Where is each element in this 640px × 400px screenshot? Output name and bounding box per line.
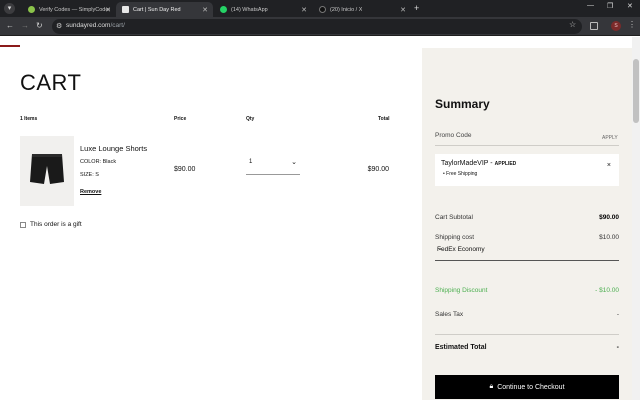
promo-code-text: TaylorMadeVIP - APPLIED <box>441 160 517 167</box>
bookmark-star-icon[interactable]: ☆ <box>569 20 576 29</box>
toolbar: ← → ↻ ⚙ sundayred.com/cart/ ☆ S ⋮ <box>0 17 640 36</box>
close-icon[interactable]: ✕ <box>105 6 111 14</box>
back-icon[interactable]: ← <box>6 21 14 30</box>
whatsapp-favicon-icon <box>220 6 227 13</box>
chevron-down-icon: ⌄ <box>291 159 297 166</box>
sales-tax-row: Sales Tax - <box>435 311 619 318</box>
item-price: $90.00 <box>174 166 196 173</box>
subtotal-value: $90.00 <box>599 214 619 221</box>
quantity-value: 1 <box>249 159 253 165</box>
url-text[interactable]: sundayred.com/cart/ <box>66 22 125 29</box>
subtotal-row: Cart Subtotal $90.00 <box>435 214 619 221</box>
close-icon[interactable]: ✕ <box>400 6 406 14</box>
shipping-method-select[interactable]: FedEx Economy ⌄ <box>435 243 619 261</box>
tab-x[interactable]: (20) Inicio / X ✕ <box>313 2 411 17</box>
discount-value: - $10.00 <box>595 287 619 294</box>
product-name[interactable]: Luxe Lounge Shorts <box>80 144 147 153</box>
address-bar[interactable]: ⚙ sundayred.com/cart/ <box>52 19 582 34</box>
chevron-down-icon: ⌄ <box>437 245 443 252</box>
tab-simplycodes[interactable]: Verify Codes — SimplyCodes ✕ <box>22 2 116 17</box>
simplycodes-favicon-icon <box>28 6 35 13</box>
minimize-icon[interactable]: — <box>587 2 594 9</box>
forward-icon[interactable]: → <box>21 21 29 30</box>
product-image[interactable] <box>20 136 74 206</box>
summary-title: Summary <box>435 97 490 111</box>
items-count-header: 1 Items <box>20 116 38 122</box>
gift-label: This order is a gift <box>30 221 82 228</box>
menu-kebab-icon[interactable]: ⋮ <box>628 20 636 29</box>
page-title: CART <box>20 70 82 95</box>
close-icon[interactable]: ✕ <box>202 6 208 14</box>
header-accent-divider <box>0 45 20 47</box>
order-summary-panel: Summary Promo Code APPLY TaylorMadeVIP -… <box>422 48 632 400</box>
window-close-icon[interactable]: ✕ <box>627 2 633 10</box>
scrollbar-thumb[interactable] <box>633 59 639 123</box>
shipping-row: Shipping cost $10.00 <box>435 234 619 241</box>
promo-code-label: Promo Code <box>435 132 472 139</box>
sundayred-favicon-icon <box>122 6 129 13</box>
divider <box>435 145 619 146</box>
profile-avatar[interactable]: S <box>611 21 621 31</box>
remove-item-link[interactable]: Remove <box>80 189 101 195</box>
quantity-select[interactable]: 1 ⌄ <box>246 157 300 175</box>
checkout-button[interactable]: 🔒︎ Continue to Checkout <box>435 375 619 399</box>
total-header: Total <box>378 116 390 122</box>
promo-status-badge: APPLIED <box>494 161 517 167</box>
maximize-icon[interactable]: ❐ <box>607 2 613 10</box>
lock-icon: 🔒︎ <box>489 383 494 390</box>
applied-promo-card: TaylorMadeVIP - APPLIED • Free Shipping × <box>435 154 619 186</box>
divider <box>435 334 619 335</box>
new-tab-icon[interactable]: + <box>414 3 419 13</box>
estimated-total-value: - <box>616 344 619 351</box>
price-header: Price <box>174 116 187 122</box>
tax-value: - <box>616 311 619 318</box>
gift-option[interactable]: This order is a gift <box>20 221 82 228</box>
product-color: COLOR: Black <box>80 159 117 165</box>
product-size: SIZE: S <box>80 172 99 178</box>
tab-strip: ▾ Verify Codes — SimplyCodes ✕ Cart | Su… <box>0 0 640 17</box>
qty-header: Qty <box>246 116 255 122</box>
extensions-icon[interactable] <box>590 22 598 30</box>
close-icon[interactable]: ✕ <box>301 6 307 14</box>
tab-whatsapp[interactable]: (14) WhatsApp ✕ <box>214 2 312 17</box>
tab-search-icon[interactable]: ▾ <box>4 3 15 14</box>
gift-checkbox[interactable] <box>20 221 26 228</box>
promo-apply-button[interactable]: APPLY <box>602 135 618 141</box>
site-info-icon[interactable]: ⚙ <box>56 22 62 30</box>
page-content: CART 1 Items Price Qty Total Luxe Lounge… <box>0 37 632 400</box>
x-favicon-icon <box>319 6 326 13</box>
remove-promo-icon[interactable]: × <box>607 162 611 169</box>
tab-cart[interactable]: Cart | Sun Day Red ✕ <box>116 2 213 17</box>
reload-icon[interactable]: ↻ <box>36 21 43 30</box>
page-scrollbar[interactable] <box>632 37 640 400</box>
shipping-discount-row: Shipping Discount - $10.00 <box>435 287 619 294</box>
promo-benefit: • Free Shipping <box>443 171 478 177</box>
shipping-value: $10.00 <box>599 234 619 241</box>
estimated-total-row: Estimated Total - <box>435 344 619 351</box>
shorts-image-icon <box>30 154 64 184</box>
item-total: $90.00 <box>367 166 389 173</box>
